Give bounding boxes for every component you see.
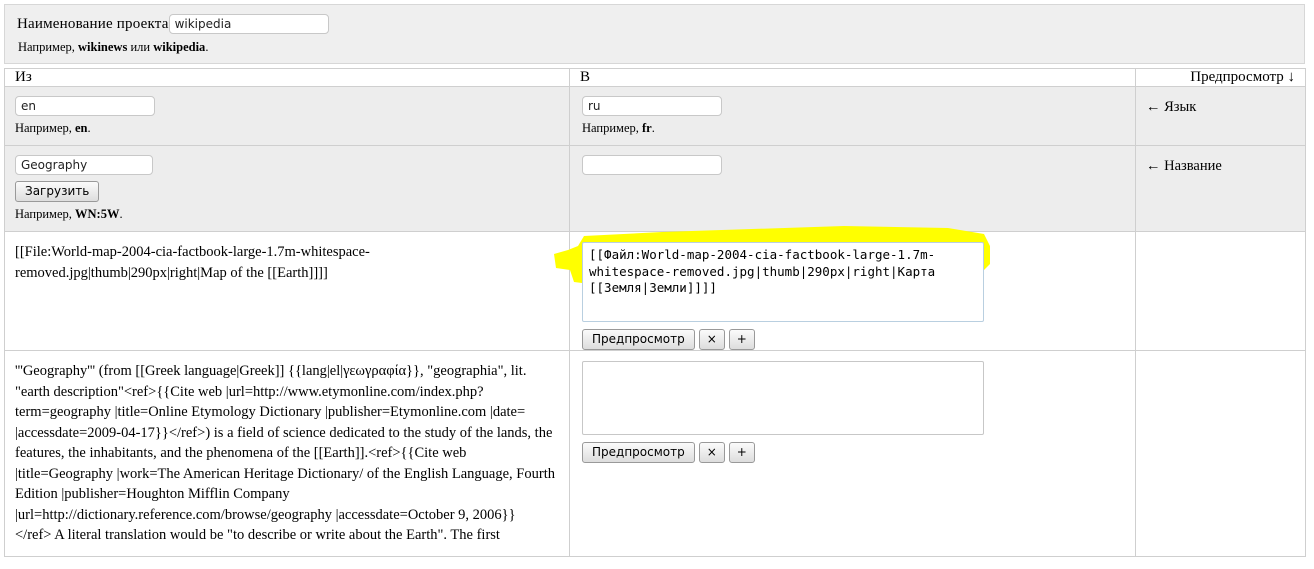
language-to-body: Например, fr. bbox=[570, 87, 1135, 145]
image-source-cell: [[File:World-map-2004-cia-factbook-large… bbox=[4, 231, 570, 351]
translation-grid: Из В Предпросмотр ↓ Например, en. Наприм… bbox=[4, 68, 1306, 557]
image-target-cell: [[Файл:World-map-2004-cia-factbook-large… bbox=[554, 226, 1136, 351]
load-button[interactable]: Загрузить bbox=[15, 181, 100, 202]
title-from-cell: Загрузить Например, WN:5W. bbox=[4, 145, 570, 232]
target-language-input[interactable] bbox=[582, 96, 722, 116]
source-language-hint-example: en bbox=[75, 121, 88, 135]
source-title-input[interactable] bbox=[15, 155, 153, 175]
source-language-hint-prefix: Например, bbox=[15, 121, 75, 135]
project-name-label: Наименование проекта bbox=[17, 15, 169, 32]
text-preview-label bbox=[1136, 351, 1305, 363]
language-from-cell: Например, en. bbox=[4, 86, 570, 146]
target-language-hint-prefix: Например, bbox=[582, 121, 642, 135]
target-language-hint-example: fr bbox=[642, 121, 652, 135]
image-preview-label bbox=[1136, 232, 1305, 244]
image-target-textarea[interactable]: [[Файл:World-map-2004-cia-factbook-large… bbox=[582, 242, 984, 322]
column-header-preview-label: Предпросмотр ↓ bbox=[1190, 69, 1295, 85]
remove-segment-button[interactable]: × bbox=[698, 329, 725, 350]
image-source-text: [[File:World-map-2004-cia-factbook-large… bbox=[15, 244, 370, 281]
text-preview-cell bbox=[1135, 350, 1306, 557]
image-target-buttons: Предпросмотр × + bbox=[582, 329, 1135, 350]
title-from-body: Загрузить Например, WN:5W. bbox=[5, 146, 569, 231]
text-target-cell: Предпросмотр × + bbox=[569, 350, 1136, 557]
add-segment-button-2[interactable]: + bbox=[728, 442, 755, 463]
table-row-text-segment: '''Geography''' (from [[Greek language|G… bbox=[4, 350, 1306, 557]
project-hint-example-b: wikipedia bbox=[153, 40, 206, 54]
source-title-hint-suffix: . bbox=[119, 207, 123, 221]
language-preview-cell: ← Язык bbox=[1135, 86, 1306, 146]
target-language-hint: Например, fr. bbox=[582, 121, 1135, 136]
project-name-hint: Например, wikinews или wikipedia. bbox=[18, 40, 208, 55]
column-header-from-label: Из bbox=[15, 69, 32, 85]
title-preview-cell: ← Название bbox=[1135, 145, 1306, 232]
language-preview-label: ← Язык bbox=[1146, 99, 1197, 115]
translation-tool-page: Наименование проекта Например, wikinews … bbox=[0, 0, 1314, 569]
image-target-editor: [[Файл:World-map-2004-cia-factbook-large… bbox=[554, 226, 1135, 350]
text-target-textarea[interactable] bbox=[582, 361, 984, 435]
table-row-image-segment: [[File:World-map-2004-cia-factbook-large… bbox=[4, 226, 1306, 351]
project-hint-example-a: wikinews bbox=[78, 40, 128, 54]
add-segment-button[interactable]: + bbox=[728, 329, 755, 350]
project-name-row: Наименование проекта bbox=[17, 14, 329, 34]
target-title-input[interactable] bbox=[582, 155, 722, 175]
column-header-to-label: В bbox=[580, 69, 591, 85]
table-row-title: Загрузить Например, WN:5W. ← Название bbox=[4, 145, 1306, 232]
text-target-editor: Предпросмотр × + bbox=[570, 351, 1135, 463]
project-hint-prefix: Например, bbox=[18, 40, 78, 54]
preview-button-2[interactable]: Предпросмотр bbox=[582, 442, 695, 463]
table-row-language: Например, en. Например, fr. ← Язык bbox=[4, 86, 1306, 146]
preview-button[interactable]: Предпросмотр bbox=[582, 329, 695, 350]
title-preview-label: ← Название bbox=[1146, 158, 1222, 174]
text-source-text: '''Geography''' (from [[Greek language|G… bbox=[15, 363, 555, 543]
title-to-cell bbox=[569, 145, 1136, 232]
source-title-hint-example: WN:5W bbox=[75, 207, 120, 221]
remove-segment-button-2[interactable]: × bbox=[698, 442, 725, 463]
source-language-input[interactable] bbox=[15, 96, 155, 116]
language-from-body: Например, en. bbox=[5, 87, 569, 145]
source-title-hint-prefix: Например, bbox=[15, 207, 75, 221]
target-language-hint-suffix: . bbox=[651, 121, 655, 135]
source-title-hint: Например, WN:5W. bbox=[15, 207, 569, 222]
source-language-hint-suffix: . bbox=[87, 121, 91, 135]
column-header-to: В bbox=[569, 68, 1136, 87]
project-hint-middle: или bbox=[127, 40, 154, 54]
project-hint-suffix: . bbox=[205, 40, 209, 54]
column-header-preview: Предпросмотр ↓ bbox=[1135, 68, 1306, 87]
text-source-cell: '''Geography''' (from [[Greek language|G… bbox=[4, 350, 570, 557]
grid-header-row: Из В Предпросмотр ↓ bbox=[4, 68, 1306, 87]
source-language-hint: Например, en. bbox=[15, 121, 569, 136]
title-to-body bbox=[570, 146, 1135, 184]
project-name-input[interactable] bbox=[168, 14, 329, 34]
image-preview-cell bbox=[1135, 231, 1306, 351]
language-to-cell: Например, fr. bbox=[569, 86, 1136, 146]
column-header-from: Из bbox=[4, 68, 570, 87]
text-target-buttons: Предпросмотр × + bbox=[582, 442, 1135, 463]
project-name-panel: Наименование проекта Например, wikinews … bbox=[4, 4, 1305, 64]
